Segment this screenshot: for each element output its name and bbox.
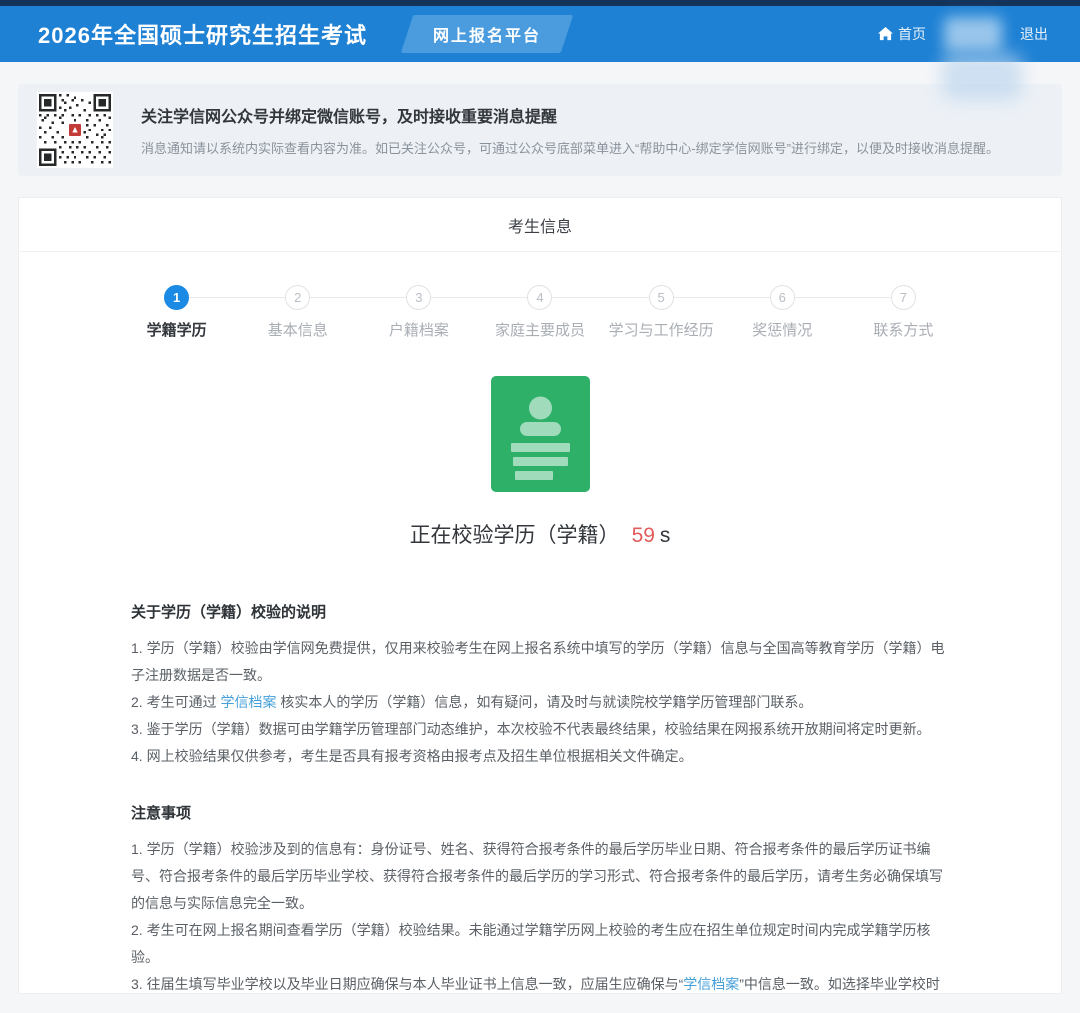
about-item-2: 2. 考生可通过 学信档案 核实本人的学历（学籍）信息，如有疑问，请及时与就读院… <box>131 689 951 716</box>
home-link[interactable]: 首页 <box>878 24 926 44</box>
step-label: 基本信息 <box>268 319 328 340</box>
page-title: 2026年全国硕士研究生招生考试 <box>38 18 367 50</box>
notes-item-2: 2. 考生可在网上报名期间查看学历（学籍）校验结果。未能通过学籍学历网上校验的考… <box>131 917 951 971</box>
logout-link[interactable]: 退出 <box>1020 24 1048 44</box>
section-notes: 注意事项 1. 学历（学籍）校验涉及到的信息有：身份证号、姓名、获得符合报考条件… <box>131 802 951 994</box>
step-label: 家庭主要成员 <box>495 319 585 340</box>
credential-check-icon <box>491 376 590 492</box>
banner-text: 关注学信网公众号并绑定微信账号，及时接收重要消息提醒 消息通知请以系统内实际查看… <box>141 103 999 157</box>
platform-badge-label: 网上报名平台 <box>433 22 541 46</box>
home-link-label: 首页 <box>898 24 926 44</box>
checking-status: 正在校验学历（学籍） 59s <box>19 519 1061 549</box>
header-actions: 首页 退出 <box>878 6 1048 62</box>
step-label: 联系方式 <box>873 319 933 340</box>
step-lianxi-fangshi[interactable]: 7 联系方式 <box>843 285 964 340</box>
step-xuexi-gongzuo[interactable]: 5 学习与工作经历 <box>601 285 722 340</box>
about-item-1: 1. 学历（学籍）校验由学信网免费提供，仅用来校验考生在网上报名系统中填写的学历… <box>131 635 951 689</box>
checking-status-text: 正在校验学历（学籍） <box>410 524 620 547</box>
step-xueji-xueli[interactable]: 1 学籍学历 <box>116 285 237 340</box>
step-circle: 2 <box>285 285 310 310</box>
link-xuexin-archive-2[interactable]: 学信档案 <box>683 976 739 992</box>
home-icon <box>878 27 893 41</box>
platform-badge: 网上报名平台 <box>401 15 573 53</box>
step-circle: 4 <box>527 285 552 310</box>
link-xuexin-archive[interactable]: 学信档案 <box>220 694 276 710</box>
about-item-2-text2: 核实本人的学历（学籍）信息，如有疑问，请及时与就读院校学籍学历管理部门联系。 <box>276 694 812 710</box>
qr-code <box>37 92 113 168</box>
notes-item-1: 1. 学历（学籍）校验涉及到的信息有：身份证号、姓名、获得符合报考条件的最后学历… <box>131 836 951 917</box>
stepper: 1 学籍学历 2 基本信息 3 户籍档案 4 家庭主要成员 5 学习与工作经历 … <box>116 285 964 340</box>
countdown-seconds: 59 <box>632 524 655 547</box>
step-label: 学籍学历 <box>147 319 207 340</box>
step-circle: 1 <box>164 285 189 310</box>
countdown-unit: s <box>660 524 671 547</box>
info-sections: 关于学历（学籍）校验的说明 1. 学历（学籍）校验由学信网免费提供，仅用来校验考… <box>19 601 1061 994</box>
section-about-verification: 关于学历（学籍）校验的说明 1. 学历（学籍）校验由学信网免费提供，仅用来校验考… <box>131 601 951 770</box>
candidate-info-panel: 考生信息 1 学籍学历 2 基本信息 3 户籍档案 4 家庭主要成员 5 学习与… <box>18 197 1062 994</box>
step-circle: 7 <box>891 285 916 310</box>
step-huji-dangan[interactable]: 3 户籍档案 <box>358 285 479 340</box>
notes-item-3: 3. 往届生填写毕业学校以及毕业日期应确保与本人毕业证书上信息一致，应届生应确保… <box>131 971 951 994</box>
step-label: 奖惩情况 <box>752 319 812 340</box>
wechat-banner: 关注学信网公众号并绑定微信账号，及时接收重要消息提醒 消息通知请以系统内实际查看… <box>18 84 1062 176</box>
app-header: 2026年全国硕士研究生招生考试 网上报名平台 首页 退出 <box>0 6 1080 62</box>
step-circle: 5 <box>649 285 674 310</box>
step-circle: 3 <box>406 285 431 310</box>
notes-item-3-text: 3. 往届生填写毕业学校以及毕业日期应确保与本人毕业证书上信息一致，应届生应确保… <box>131 976 683 992</box>
about-item-4: 4. 网上校验结果仅供参考，考生是否具有报考资格由报考点及招生单位根据相关文件确… <box>131 743 951 770</box>
section-heading: 注意事项 <box>131 802 951 823</box>
step-circle: 6 <box>770 285 795 310</box>
about-item-3: 3. 鉴于学历（学籍）数据可由学籍学历管理部门动态维护，本次校验不代表最终结果，… <box>131 716 951 743</box>
step-label: 学习与工作经历 <box>609 319 714 340</box>
step-jiangcheng[interactable]: 6 奖惩情况 <box>722 285 843 340</box>
step-jiating-chengyuan[interactable]: 4 家庭主要成员 <box>479 285 600 340</box>
about-item-2-text: 2. 考生可通过 <box>131 694 220 710</box>
banner-title: 关注学信网公众号并绑定微信账号，及时接收重要消息提醒 <box>141 103 999 127</box>
banner-subtitle: 消息通知请以系统内实际查看内容为准。如已关注公众号，可通过公众号底部菜单进入“帮… <box>141 138 999 157</box>
section-heading: 关于学历（学籍）校验的说明 <box>131 601 951 622</box>
step-label: 户籍档案 <box>389 319 449 340</box>
panel-title: 考生信息 <box>19 198 1061 252</box>
user-name-blurred[interactable] <box>944 17 1002 51</box>
step-jiben-xinxi[interactable]: 2 基本信息 <box>237 285 358 340</box>
